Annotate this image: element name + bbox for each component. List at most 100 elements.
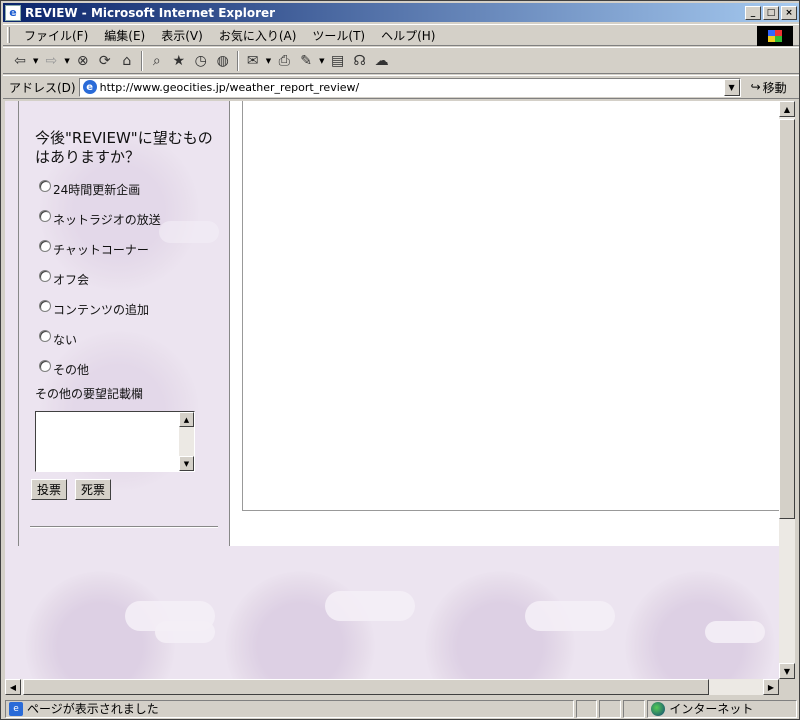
stop-icon[interactable]: ⊗ <box>72 50 94 72</box>
standard-toolbar: ⇦ ▼ ⇨ ▼ ⊗ ⟳ ⌂ ⌕ ★ ◷ ◍ ✉ ▼ ⎙ ✎ ▼ ▤ ☊ ☁ <box>3 47 799 74</box>
scroll-right-icon[interactable]: ▶ <box>763 679 779 695</box>
radio-button[interactable] <box>39 299 51 312</box>
zone-label: インターネット <box>669 702 754 716</box>
home-icon[interactable]: ⌂ <box>116 50 138 72</box>
background-cloud <box>159 221 219 243</box>
mail-icon[interactable]: ✉ <box>242 50 264 72</box>
chat-icon[interactable]: ☁ <box>371 50 393 72</box>
option-label: チャットコーナー <box>53 243 149 257</box>
option-24h[interactable]: 24時間更新企画 <box>39 179 140 198</box>
messenger-icon[interactable]: ☊ <box>349 50 371 72</box>
title-bar: e REVIEW - Microsoft Internet Explorer _… <box>3 3 799 22</box>
option-label: その他 <box>53 363 90 377</box>
radio-button[interactable] <box>39 269 51 282</box>
ie-icon: e <box>5 4 21 21</box>
address-bar: アドレス(D) e http://www.geocities.jp/weathe… <box>3 75 799 99</box>
channels-icon[interactable]: ◍ <box>212 50 234 72</box>
radio-button[interactable] <box>39 329 51 342</box>
survey-panel: 今後"REVIEW"に望むものはありますか？ 24時間更新企画 ネットラジオの放… <box>18 101 230 546</box>
discuss-icon[interactable]: ▤ <box>327 50 349 72</box>
go-label: 移動 <box>762 80 787 95</box>
forward-dropdown-icon[interactable]: ▼ <box>64 57 69 65</box>
refresh-icon[interactable]: ⟳ <box>94 50 116 72</box>
page-content: 今後"REVIEW"に望むものはありますか？ 24時間更新企画 ネットラジオの放… <box>5 101 779 679</box>
option-chat[interactable]: チャットコーナー <box>39 239 149 258</box>
menu-view[interactable]: 表示(V) <box>153 27 211 44</box>
status-text: ページが表示されました <box>27 702 159 716</box>
security-zone-panel: インターネット <box>647 699 797 718</box>
toolbar-separator <box>140 50 143 71</box>
background-pattern <box>225 571 375 679</box>
option-net-radio[interactable]: ネットラジオの放送 <box>39 209 161 228</box>
edit-dropdown-icon[interactable]: ▼ <box>319 57 324 65</box>
menu-file[interactable]: ファイル(F) <box>16 27 96 44</box>
scroll-left-icon[interactable]: ◀ <box>5 679 21 695</box>
textarea-scrollbar[interactable]: ▲ ▼ <box>179 412 194 471</box>
status-panel <box>599 699 622 718</box>
window-title: REVIEW - Microsoft Internet Explorer <box>25 5 276 20</box>
minimize-button[interactable]: _ <box>745 5 761 20</box>
edit-icon[interactable]: ✎ <box>295 50 317 72</box>
back-dropdown-icon[interactable]: ▼ <box>33 57 38 65</box>
scroll-down-icon[interactable]: ▼ <box>179 456 194 471</box>
favorites-icon[interactable]: ★ <box>168 50 190 72</box>
scroll-corner <box>779 679 795 695</box>
vote-button[interactable]: 投票 <box>31 479 68 500</box>
background-cloud <box>155 621 215 643</box>
address-input[interactable]: e http://www.geocities.jp/weather_report… <box>78 77 741 97</box>
scroll-down-icon[interactable]: ▼ <box>779 663 795 679</box>
address-dropdown-icon[interactable]: ▼ <box>723 78 740 96</box>
go-button[interactable]: ↪ 移動 <box>751 79 787 96</box>
option-none[interactable]: ない <box>39 329 78 348</box>
option-offline-meeting[interactable]: オフ会 <box>39 269 90 288</box>
forward-icon[interactable]: ⇨ <box>40 50 62 72</box>
option-label: オフ会 <box>53 273 90 287</box>
survey-question: 今後"REVIEW"に望むものはありますか？ <box>35 129 213 166</box>
status-panel <box>575 699 598 718</box>
scroll-thumb[interactable] <box>23 679 709 695</box>
option-label: ネットラジオの放送 <box>53 213 161 227</box>
option-label: コンテンツの追加 <box>53 303 150 317</box>
scroll-up-icon[interactable]: ▲ <box>179 412 194 427</box>
toolbar-grip[interactable] <box>7 27 10 43</box>
horizontal-scrollbar[interactable]: ◀ ▶ <box>5 679 779 695</box>
main-frame-box <box>242 101 779 511</box>
mail-dropdown-icon[interactable]: ▼ <box>266 57 271 65</box>
status-bar: e ページが表示されました インターネット <box>3 698 799 719</box>
option-label: ない <box>53 333 78 347</box>
option-other[interactable]: その他 <box>39 359 90 378</box>
divider <box>30 526 218 528</box>
address-label: アドレス(D) <box>9 80 76 95</box>
scroll-up-icon[interactable]: ▲ <box>779 101 795 117</box>
background-cloud <box>705 621 765 643</box>
menu-edit[interactable]: 編集(E) <box>96 27 153 44</box>
radio-button[interactable] <box>39 359 51 372</box>
maximize-button[interactable]: □ <box>763 5 779 20</box>
print-icon[interactable]: ⎙ <box>273 50 295 72</box>
menu-help[interactable]: ヘルプ(H) <box>373 27 443 44</box>
address-url[interactable]: http://www.geocities.jp/weather_report_r… <box>100 81 724 94</box>
radio-button[interactable] <box>39 239 51 252</box>
radio-button[interactable] <box>39 179 51 192</box>
scroll-thumb[interactable] <box>779 119 795 519</box>
other-request-label: その他の要望記載欄 <box>35 387 144 401</box>
go-arrow-icon: ↪ <box>750 80 761 94</box>
radio-button[interactable] <box>39 209 51 222</box>
windows-logo-icon <box>757 26 793 46</box>
back-icon[interactable]: ⇦ <box>9 50 31 72</box>
menu-favorites[interactable]: お気に入り(A) <box>211 27 305 44</box>
vertical-scrollbar[interactable]: ▲ ▼ <box>779 101 795 679</box>
history-icon[interactable]: ◷ <box>190 50 212 72</box>
menu-tools[interactable]: ツール(T) <box>304 27 373 44</box>
option-add-content[interactable]: コンテンツの追加 <box>39 299 150 318</box>
status-panel <box>623 699 646 718</box>
background-cloud <box>525 601 615 631</box>
background-cloud <box>325 591 415 621</box>
dead-vote-button[interactable]: 死票 <box>75 479 112 500</box>
other-request-textarea[interactable]: ▲ ▼ <box>35 411 195 472</box>
close-button[interactable]: × <box>781 5 797 20</box>
main-frame <box>230 101 779 546</box>
internet-zone-icon <box>651 701 666 716</box>
search-icon[interactable]: ⌕ <box>146 50 168 72</box>
toolbar-separator <box>236 50 239 71</box>
